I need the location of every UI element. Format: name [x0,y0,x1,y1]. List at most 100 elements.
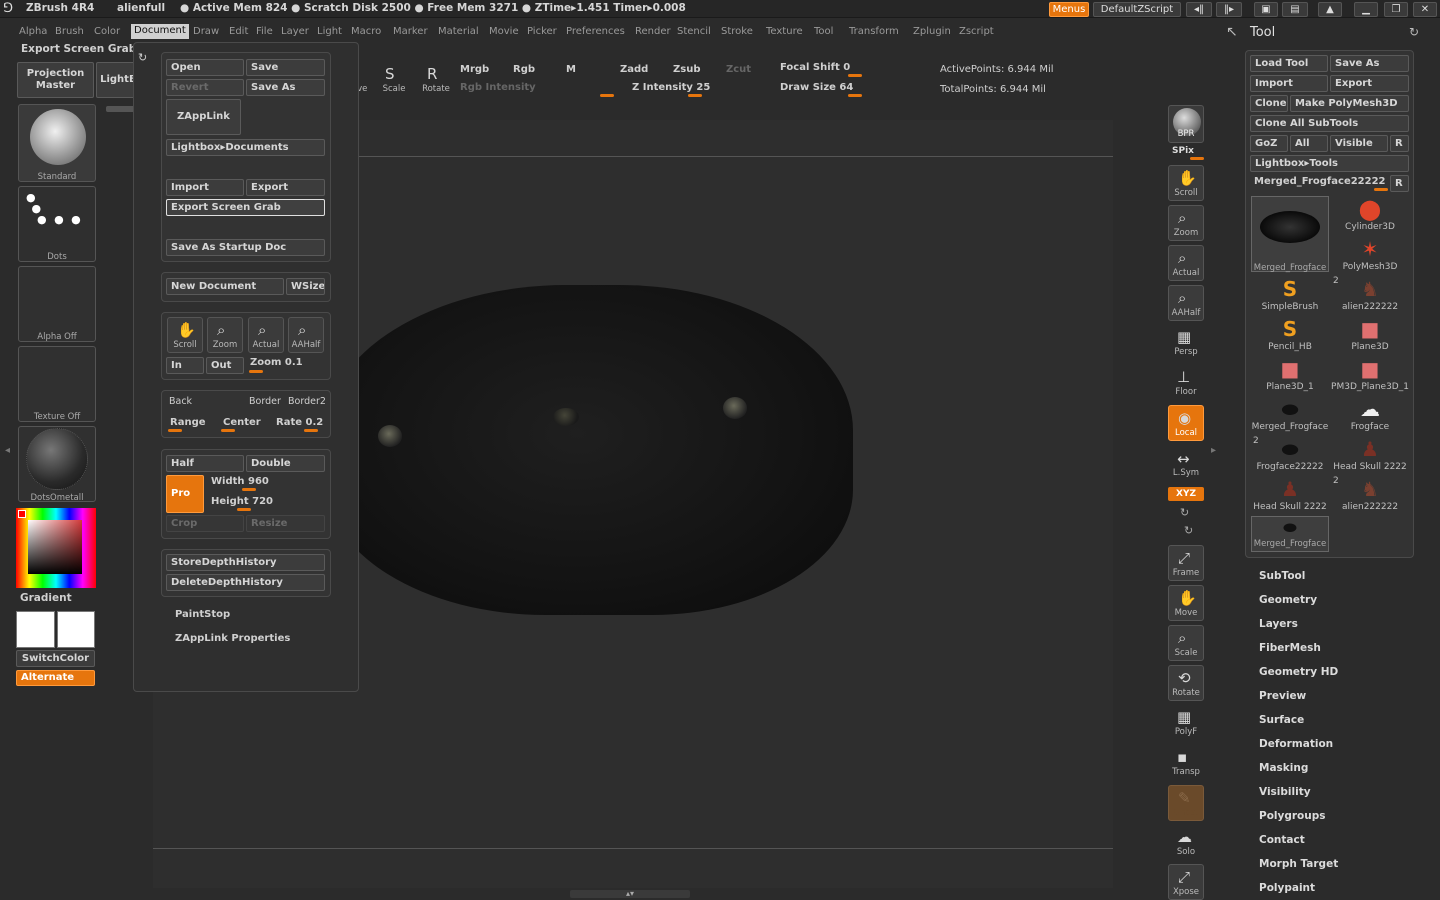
subpalette-masking[interactable]: Masking [1259,762,1308,774]
rotate-y-icon[interactable]: ↻ [1180,506,1189,519]
range-slider[interactable]: Range [170,417,206,428]
texture-thumb[interactable]: Texture Off [18,346,96,422]
bottom-tray-handle-icon[interactable]: ▴▾ [570,890,690,898]
secondary-color-swatch[interactable] [57,611,95,648]
rotate-mode-button[interactable]: R Rotate [418,62,454,98]
menu-preferences[interactable]: Preferences [566,26,625,37]
tool-thumb-simplebrush[interactable]: S SimpleBrush [1251,276,1329,314]
range-handle[interactable] [168,429,182,432]
lsym-button[interactable]: ↔ L.Sym [1168,450,1204,486]
paintstop-subpalette[interactable]: PaintStop [175,609,230,620]
persp-button[interactable]: ▦ Persp [1168,325,1204,361]
subpalette-geometry-hd[interactable]: Geometry HD [1259,666,1338,678]
clone-button[interactable]: Clone [1250,95,1288,112]
layout2-icon[interactable]: ▤ [1282,2,1308,17]
tool-export-button[interactable]: Export [1330,75,1409,92]
menu-zscript[interactable]: Zscript [959,26,994,37]
goz-visible-button[interactable]: Visible [1330,135,1388,152]
frog-model[interactable] [323,285,853,615]
tool-thumb-pm3d-plane3d-1[interactable]: ■ PM3D_Plane3D_1 [1331,356,1409,394]
bpr-button[interactable]: BPR [1168,105,1204,143]
focal-shift-handle[interactable] [848,74,862,77]
zoom-slider[interactable]: Zoom 0.1 [250,357,303,368]
menu-tool[interactable]: Tool [814,26,833,37]
shelf-scale-button[interactable]: ⌕ Scale [1168,625,1204,661]
tool-thumb-cylinder3d[interactable]: ⬤ Cylinder3D [1331,196,1409,234]
zcut-toggle[interactable]: Zcut [726,64,751,75]
menu-texture[interactable]: Texture [766,26,803,37]
doc-aahalf-button[interactable]: ⌕ AAHalf [288,317,324,353]
rgb-toggle[interactable]: Rgb [513,64,535,75]
menu-marker[interactable]: Marker [393,26,428,37]
shelf-rotate-button[interactable]: ⟲ Rotate [1168,665,1204,701]
stroke-thumb[interactable]: ● ● ● ● ● Dots [18,186,96,262]
rate-handle[interactable] [304,429,318,432]
tool-save-as-button[interactable]: Save As [1330,55,1409,72]
draw-size-handle[interactable] [848,94,862,97]
goz-all-button[interactable]: All [1290,135,1328,152]
subpalette-polypaint[interactable]: Polypaint [1259,882,1315,894]
menu-macro[interactable]: Macro [351,26,381,37]
pro-button[interactable]: Pro [166,475,204,513]
menu-draw[interactable]: Draw [193,26,219,37]
minimize-icon[interactable]: ▁ [1354,2,1378,17]
load-tool-button[interactable]: Load Tool [1250,55,1328,72]
rotate-z-icon[interactable]: ↻ [1184,524,1193,537]
resize-button[interactable]: Resize [246,515,325,532]
tool-thumb-head-skull-2[interactable]: ♟ Head Skull 2222 [1251,476,1329,514]
doc-scroll-button[interactable]: ✋ Scroll [167,317,203,353]
subpalette-preview[interactable]: Preview [1259,690,1306,702]
layout-icon[interactable]: ▣ [1254,2,1278,17]
menu-file[interactable]: File [256,26,273,37]
xpose-button[interactable]: ⤢ Xpose [1168,864,1204,900]
rate-slider[interactable]: Rate 0.2 [276,417,323,428]
center-handle[interactable] [221,429,235,432]
main-color-swatch[interactable] [16,611,55,648]
import-button[interactable]: Import [166,179,244,196]
width-slider[interactable]: Width 960 [211,476,269,487]
xyz-button[interactable]: XYZ [1168,487,1204,501]
zapplink-properties-subpalette[interactable]: ZAppLink Properties [175,633,290,644]
default-zscript-button[interactable]: DefaultZScript [1093,2,1181,17]
tool-thumb-alien[interactable]: 2 ♞ alien222222 [1331,276,1409,314]
subpalette-layers[interactable]: Layers [1259,618,1298,630]
goz-r-button[interactable]: R [1390,135,1409,152]
delete-depth-history-button[interactable]: DeleteDepthHistory [166,574,325,591]
tool-import-button[interactable]: Import [1250,75,1328,92]
menu-color[interactable]: Color [94,26,120,37]
menu-document[interactable]: Document [131,24,189,39]
save-button[interactable]: Save [246,59,325,76]
clone-all-subtools-button[interactable]: Clone All SubTools [1250,115,1409,132]
shelf-move-button[interactable]: ✋ Move [1168,585,1204,621]
subpalette-geometry[interactable]: Geometry [1259,594,1317,606]
tool-thumb-frogface22222[interactable]: 2 ⬬ Frogface22222 [1251,436,1329,474]
save-as-startup-doc-button[interactable]: Save As Startup Doc [166,239,325,256]
alpha-thumb[interactable]: Alpha Off [18,266,96,342]
subpalette-deformation[interactable]: Deformation [1259,738,1333,750]
menu-alpha[interactable]: Alpha [19,26,47,37]
menu-material[interactable]: Material [438,26,479,37]
rgb-intensity-slider[interactable]: Rgb Intensity [460,82,536,93]
spix-handle[interactable] [1190,157,1204,160]
alternate-button[interactable]: Alternate [16,670,95,686]
height-slider[interactable]: Height 720 [211,496,273,507]
width-handle[interactable] [242,488,256,491]
current-tool-r-button[interactable]: R [1390,175,1409,192]
material-thumb[interactable]: DotsOmetall [18,426,96,503]
menu-layer[interactable]: Layer [281,26,309,37]
lock-icon[interactable]: ▲ [1318,2,1342,17]
lightbox-tools-button[interactable]: Lightbox▸Tools [1250,155,1409,172]
polyf-button[interactable]: ▦ PolyF [1168,705,1204,741]
subpalette-fibermesh[interactable]: FiberMesh [1259,642,1321,654]
close-icon[interactable]: ✕ [1413,2,1437,17]
zsub-toggle[interactable]: Zsub [673,64,700,75]
focal-shift-slider[interactable]: Focal Shift 0 [780,62,850,73]
subpalette-contact[interactable]: Contact [1259,834,1305,846]
half-button[interactable]: Half [166,455,244,472]
open-button[interactable]: Open [166,59,244,76]
shelf-zoom-button[interactable]: ⌕ Zoom [1168,205,1204,241]
border2-color[interactable]: Border2 [288,396,326,407]
current-tool-handle[interactable] [1374,188,1388,191]
z-intensity-handle[interactable] [688,94,702,97]
brush-thumb[interactable]: Standard [18,104,96,182]
